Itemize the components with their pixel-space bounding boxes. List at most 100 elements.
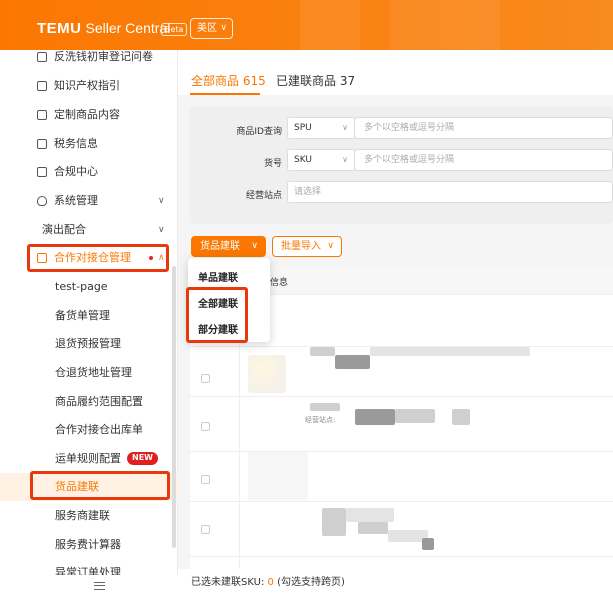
sidebar-item-label: 运单规则配置 [55,452,121,465]
tab-linked-products[interactable]: 已建联商品 37 [276,72,355,89]
chevron-down-icon: ∨ [251,241,258,251]
sidebar-item-label: 反洗钱初审登记问卷 [54,50,153,63]
sidebar-item-compliance[interactable]: 合规中心 [0,158,178,186]
sidebar-item-performance[interactable]: 演出配合 ∨ [0,216,178,244]
menu-item-single-link[interactable]: 单品建联 [198,269,238,284]
redacted-text [322,508,346,536]
image-icon [37,110,47,120]
site-label: 经营站点 [245,191,282,201]
redacted-text [346,508,394,522]
sidebar-item-label: 知识产权指引 [54,79,120,92]
sidebar-item-tax-info[interactable]: 税务信息 [0,130,178,158]
shield-check-icon [37,52,47,62]
sidebar-scrollbar[interactable] [172,266,176,548]
sidebar-item-label: 仓退货地址管理 [55,366,132,379]
sidebar-item-label: 商品履约范围配置 [55,395,143,408]
new-badge: NEW [127,452,158,465]
sidebar-item-outbound-orders[interactable]: 合作对接仓出库单 [0,416,178,444]
sidebar: 反洗钱初审登记问卷 知识产权指引 定制商品内容 税务信息 合规中心 系统管理 ∨… [0,50,178,601]
redacted-text [395,409,435,423]
filter-panel: 商品ID查询 SPU ∨ 多个以空格或逗号分隔 货号 SKU ∨ 多个以空格或逗… [190,106,613,224]
site-select[interactable]: 请选择 [287,181,613,203]
sku-input[interactable]: 多个以空格或逗号分隔 [354,149,613,171]
highlight-box [186,287,248,343]
row-checkbox[interactable] [201,422,210,431]
sku-type-select[interactable]: SKU ∨ [287,149,355,171]
row-checkbox[interactable] [201,374,210,383]
sidebar-item-abnormal-orders[interactable]: 异常订单处理 [0,559,178,575]
sidebar-item-label: 合规中心 [54,165,98,178]
summary-prefix: 已选未建联SKU: [191,577,268,588]
sidebar-item-return-forecast[interactable]: 退货预报管理 [0,330,178,358]
sidebar-item-label: 演出配合 [42,223,86,236]
selected-sku-summary: 已选未建联SKU: 0 (勾选支持跨页) [191,573,345,588]
sidebar-item-label: 备货单管理 [55,309,110,322]
redacted-text [370,347,530,356]
row-checkbox[interactable] [201,475,210,484]
table-row [190,347,613,397]
tab-bar: 全部商品 615 已建联商品 37 [178,50,613,95]
row-site-label: 经营站点: [305,416,336,424]
sidebar-item-label: 合作对接仓出库单 [55,423,143,436]
collapse-menu-icon[interactable] [94,582,105,590]
row-checkbox[interactable] [201,525,210,534]
product-id-label: 商品ID查询 [236,127,282,137]
summary-suffix: (勾选支持跨页) [273,577,345,588]
chevron-down-icon: ∨ [158,196,165,206]
table-row: 经营站点: [190,397,613,452]
redacted-text [335,355,370,369]
redacted-text [310,403,340,411]
document-icon [37,81,47,91]
chevron-down-icon: ∨ [158,225,165,235]
chevron-down-icon: ∨ [327,241,334,251]
sidebar-item-label: 服务费计算器 [55,538,121,551]
product-id-type-select[interactable]: SPU ∨ [287,117,355,139]
sidebar-footer [0,575,178,601]
highlight-box [27,244,169,272]
sidebar-item-system-management[interactable]: 系统管理 ∨ [0,187,178,215]
sidebar-item-label: 定制商品内容 [54,108,120,121]
sidebar-item-label: 服务商建联 [55,509,110,522]
bulk-import-label: 批量导入 [281,241,321,252]
percent-icon [37,139,47,149]
sidebar-item-fee-calculator[interactable]: 服务费计算器 [0,531,178,559]
product-id-input[interactable]: 多个以空格或逗号分隔 [354,117,613,139]
redacted-text [355,409,395,425]
sidebar-item-label: 税务信息 [54,137,98,150]
brand-subtitle: Seller Central [85,20,171,36]
sidebar-item-label: 异常订单处理 [55,566,121,575]
brand-name: TEMU [37,20,82,37]
column-header-info: 信息 [270,278,289,288]
compliance-icon [37,167,47,177]
region-label: 美区 [197,23,217,34]
beta-badge: Beta [161,23,188,36]
goods-link-button[interactable]: 货品建联 ∨ [191,236,266,257]
chevron-down-icon: ∨ [220,23,227,33]
bulk-import-button[interactable]: 批量导入 ∨ [272,236,342,257]
sidebar-item-label: test-page [55,280,108,293]
sku-type-value: SKU [294,155,312,165]
redacted-text [452,409,470,425]
sidebar-item-fulfillment-scope[interactable]: 商品履约范围配置 [0,388,178,416]
brand-logo[interactable]: TEMU Seller Central [37,20,170,37]
active-tab-indicator [190,93,260,95]
sidebar-item-ip-guide[interactable]: 知识产权指引 [0,72,178,100]
region-selector[interactable]: 美区 ∨ [190,18,233,39]
sidebar-item-aml-questionnaire[interactable]: 反洗钱初审登记问卷 [0,43,178,71]
table-row [190,452,613,502]
sidebar-item-provider-linking[interactable]: 服务商建联 [0,502,178,530]
sidebar-item-custom-content[interactable]: 定制商品内容 [0,101,178,129]
table-row [190,502,613,557]
product-id-type-value: SPU [294,123,312,133]
tab-all-products[interactable]: 全部商品 615 [191,72,266,89]
chevron-down-icon: ∨ [342,155,348,164]
goods-link-label: 货品建联 [200,241,240,252]
sidebar-item-stock-orders[interactable]: 备货单管理 [0,302,178,330]
shield-icon [37,196,47,206]
product-thumbnail [248,355,286,393]
header-decoration [390,0,500,50]
header-decoration [300,0,360,50]
sidebar-item-return-address[interactable]: 仓退货地址管理 [0,359,178,387]
sidebar-item-waybill-rules[interactable]: 运单规则配置 NEW [0,445,178,473]
sidebar-item-test-page[interactable]: test-page [0,273,178,301]
